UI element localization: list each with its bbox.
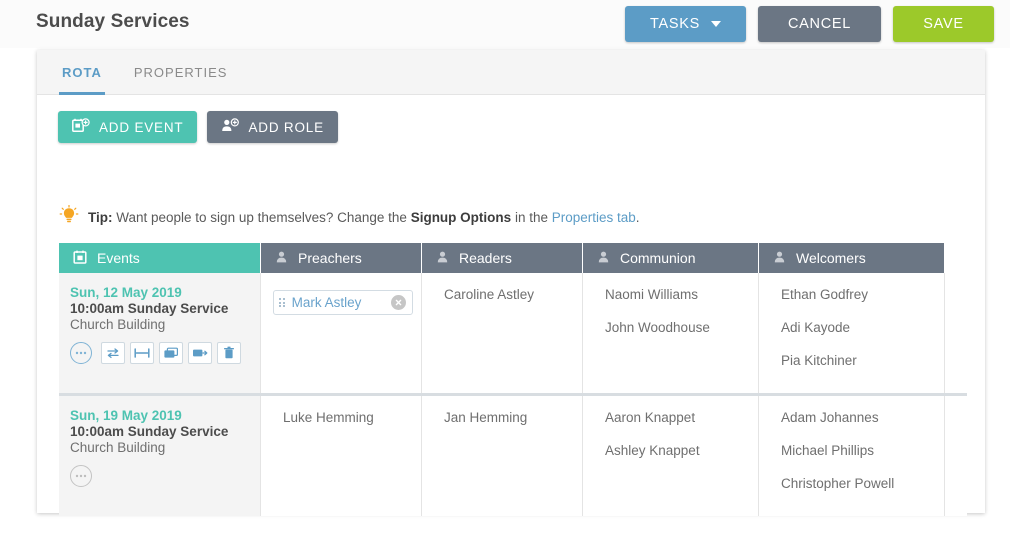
person-icon (773, 250, 786, 267)
more-options-icon[interactable] (70, 342, 92, 364)
remove-assignment-icon[interactable] (391, 295, 406, 311)
add-role-label: ADD ROLE (248, 119, 324, 135)
duplicate-icon[interactable] (159, 342, 183, 364)
chevron-down-icon (710, 21, 721, 27)
column-header-spacer (945, 243, 967, 273)
tip-bold-term: Signup Options (410, 210, 512, 225)
tip-text: Tip: Want people to sign up themselves? … (88, 210, 640, 225)
column-header-preachers[interactable]: Preachers (261, 243, 422, 273)
column-header-welcomers[interactable]: Welcomers (759, 243, 945, 273)
top-action-buttons: TASKS CANCEL SAVE (625, 6, 994, 42)
person-icon (436, 250, 449, 267)
tip-text-before: Want people to sign up themselves? Chang… (112, 210, 411, 225)
save-button[interactable]: SAVE (893, 6, 994, 42)
column-header-readers[interactable]: Readers (422, 243, 583, 273)
delete-icon[interactable] (217, 342, 241, 364)
more-options-icon[interactable] (70, 465, 92, 487)
welcomers-cell[interactable]: Ethan Godfrey Adi Kayode Pia Kitchiner (759, 273, 945, 393)
tab-bar: ROTA PROPERTIES (59, 50, 230, 95)
tab-properties[interactable]: PROPERTIES (131, 50, 231, 95)
assignment-chip-label: Mark Astley (291, 295, 362, 311)
assignment-chip[interactable]: Mark Astley (273, 290, 413, 316)
rota-card: ROTA PROPERTIES ADD EVENT ADD ROLE Tip: … (37, 50, 985, 516)
assignee-name: Naomi Williams (605, 287, 699, 302)
column-header-communion[interactable]: Communion (583, 243, 759, 273)
calendar-plus-icon (72, 117, 90, 137)
row-spacer-cell (945, 396, 967, 516)
assignee-name: Adi Kayode (781, 320, 851, 335)
assignee-name: Michael Phillips (781, 443, 875, 458)
table-header-row: Events Preachers Readers Communion Welco… (59, 243, 967, 273)
readers-cell[interactable]: Jan Hemming (422, 396, 583, 516)
rota-table: Events Preachers Readers Communion Welco… (59, 243, 967, 516)
event-name: 10:00am Sunday Service (70, 424, 229, 439)
swap-icon[interactable] (101, 342, 125, 364)
tip-text-middle: in the (511, 210, 552, 225)
column-header-welcomers-label: Welcomers (796, 250, 866, 266)
card-header: ROTA PROPERTIES (37, 50, 985, 95)
tip-banner: Tip: Want people to sign up themselves? … (59, 204, 640, 230)
row-spacer-cell (945, 273, 967, 393)
column-header-communion-label: Communion (620, 250, 696, 266)
assignee-name: Jan Hemming (444, 410, 528, 425)
drag-handle-icon[interactable] (279, 298, 285, 308)
assignee-name: Pia Kitchiner (781, 353, 857, 368)
person-icon (597, 250, 610, 267)
event-location: Church Building (70, 317, 166, 332)
preachers-cell[interactable]: Luke Hemming (261, 396, 422, 516)
welcomers-cell[interactable]: Adam Johannes Michael Phillips Christoph… (759, 396, 945, 516)
cancel-button[interactable]: CANCEL (758, 6, 881, 42)
communion-cell[interactable]: Naomi Williams John Woodhouse (583, 273, 759, 393)
assignee-name: Christopher Powell (781, 476, 895, 491)
assignee-name: Ethan Godfrey (781, 287, 869, 302)
assignee-name: Adam Johannes (781, 410, 879, 425)
event-tools (70, 342, 260, 364)
assignee-name: Aaron Knappet (605, 410, 696, 425)
column-header-events[interactable]: Events (59, 243, 261, 273)
communion-cell[interactable]: Aaron Knappet Ashley Knappet (583, 396, 759, 516)
event-date: Sun, 12 May 2019 (70, 285, 182, 300)
tip-text-after: . (635, 210, 640, 225)
add-event-button[interactable]: ADD EVENT (58, 111, 198, 143)
tasks-button[interactable]: TASKS (625, 6, 746, 42)
add-role-button[interactable]: ADD ROLE (207, 111, 338, 143)
resize-width-icon[interactable] (130, 342, 154, 364)
table-row: Sun, 19 May 2019 10:00am Sunday Service … (59, 393, 967, 516)
assignee-name: Luke Hemming (283, 410, 374, 425)
event-location: Church Building (70, 440, 166, 455)
tab-rota[interactable]: ROTA (59, 50, 105, 95)
lightbulb-icon (59, 204, 79, 230)
assignee-name: Caroline Astley (444, 287, 535, 302)
top-bar: Sunday Services TASKS CANCEL SAVE (0, 0, 1010, 48)
event-cell[interactable]: Sun, 12 May 2019 10:00am Sunday Service … (59, 273, 261, 393)
event-cell[interactable]: Sun, 19 May 2019 10:00am Sunday Service … (59, 396, 261, 516)
person-plus-icon (221, 117, 240, 137)
column-header-preachers-label: Preachers (298, 250, 362, 266)
event-date: Sun, 19 May 2019 (70, 408, 182, 423)
preachers-cell[interactable]: Mark Astley (261, 273, 422, 393)
readers-cell[interactable]: Caroline Astley (422, 273, 583, 393)
person-icon (275, 250, 288, 267)
event-tools (70, 465, 260, 487)
page-title: Sunday Services (36, 11, 190, 32)
assignee-name: Ashley Knappet (605, 443, 700, 458)
table-row: Sun, 12 May 2019 10:00am Sunday Service … (59, 273, 967, 393)
properties-tab-link[interactable]: Properties tab (552, 210, 636, 225)
move-to-icon[interactable] (188, 342, 212, 364)
column-header-readers-label: Readers (459, 250, 512, 266)
event-name: 10:00am Sunday Service (70, 301, 229, 316)
add-event-label: ADD EVENT (99, 119, 184, 135)
event-tool-group (101, 342, 241, 364)
calendar-icon (73, 250, 87, 267)
tasks-button-label: TASKS (650, 16, 700, 32)
column-header-events-label: Events (97, 250, 140, 266)
tip-prefix: Tip: (88, 210, 113, 225)
add-buttons-row: ADD EVENT ADD ROLE (58, 111, 338, 143)
assignee-name: John Woodhouse (605, 320, 710, 335)
